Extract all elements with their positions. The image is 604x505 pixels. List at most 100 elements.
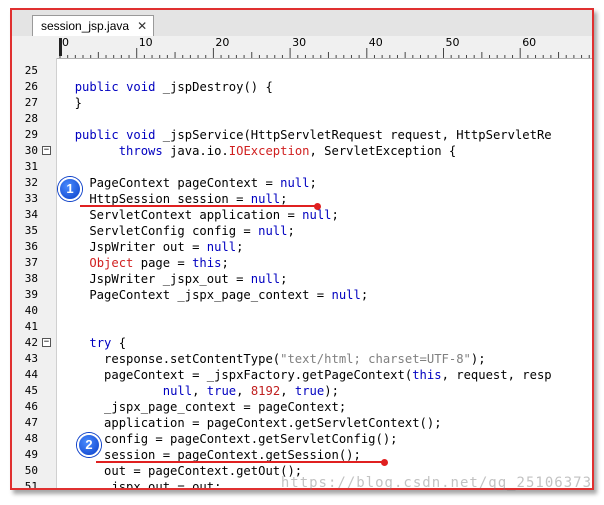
code-token: JspWriter _jspx_out = (60, 272, 251, 286)
annotation-underline (96, 461, 384, 463)
line-number: 37 (24, 256, 38, 269)
code-line[interactable]: 41 (12, 319, 592, 335)
code-line[interactable]: 28 (12, 111, 592, 127)
line-number: 46 (24, 400, 38, 413)
code-line[interactable]: 27 } (12, 95, 592, 111)
code-token: IOException (228, 144, 310, 158)
code-token: null (302, 208, 332, 222)
code-line[interactable]: 37 Object page = this; (12, 255, 592, 271)
ruler-label: 40 (369, 36, 383, 49)
code-line[interactable]: 25 (12, 63, 592, 79)
code-token: page = (133, 256, 193, 270)
code-token: null (331, 288, 361, 302)
code-text: public void _jspDestroy() { (60, 79, 273, 95)
code-token: ; (280, 192, 288, 206)
tab-session-jsp-java[interactable]: session_jsp.java ✕ (32, 15, 155, 36)
code-text: pageContext = _jspxFactory.getPageContex… (60, 367, 552, 383)
line-number: 41 (24, 320, 38, 333)
code-line[interactable]: 44 pageContext = _jspxFactory.getPageCon… (12, 367, 592, 383)
code-line[interactable]: 34 ServletContext application = null; (12, 207, 592, 223)
code-text: try { (60, 335, 126, 351)
code-text: _jspx_page_context = pageContext; (60, 399, 346, 415)
code-text: ServletConfig config = null; (60, 223, 295, 239)
line-number: 50 (24, 464, 38, 477)
ruler-label: 0 (62, 36, 69, 49)
code-token: throws (118, 144, 163, 158)
code-token: pageContext = _jspxFactory.getPageContex… (60, 368, 413, 382)
code-text: Object page = this; (60, 255, 229, 271)
code-line[interactable]: 38 JspWriter _jspx_out = null; (12, 271, 592, 287)
code-token: } (60, 96, 83, 110)
line-number: 36 (24, 240, 38, 253)
code-token: , (280, 384, 295, 398)
code-token: null (206, 240, 237, 254)
tab-bar: session_jsp.java ✕ (12, 10, 592, 37)
code-token: ; (221, 256, 229, 270)
code-line[interactable]: 32 PageContext pageContext = null; (12, 175, 592, 191)
code-token: true (206, 384, 237, 398)
code-line[interactable]: 40 (12, 303, 592, 319)
code-line[interactable]: 47 application = pageContext.getServletC… (12, 415, 592, 431)
line-number: 25 (24, 64, 38, 77)
close-icon[interactable]: ✕ (137, 19, 147, 33)
code-line[interactable]: 43 response.setContentType("text/html; c… (12, 351, 592, 367)
line-number: 30 (24, 144, 38, 157)
code-token: _jspx_page_context = pageContext; (60, 400, 347, 414)
code-token: Object (89, 256, 134, 270)
code-text: } (60, 95, 82, 111)
code-text: throws java.io.IOException, ServletExcep… (60, 143, 457, 159)
code-token: ; (287, 224, 295, 238)
code-line[interactable]: 42− try { (12, 335, 592, 351)
code-token: void (126, 80, 156, 94)
code-line[interactable]: 30− throws java.io.IOException, ServletE… (12, 143, 592, 159)
code-token: public (74, 128, 119, 142)
code-token: , (236, 384, 251, 398)
code-token: application = pageContext.getServletCont… (60, 416, 442, 430)
code-line[interactable]: 31 (12, 159, 592, 175)
line-number: 45 (24, 384, 38, 397)
code-token: JspWriter out = (60, 240, 207, 254)
code-token: this (412, 368, 442, 382)
code-line[interactable]: 29 public void _jspService(HttpServletRe… (12, 127, 592, 143)
code-text: out = pageContext.getOut(); (60, 463, 302, 479)
code-text: public void _jspService(HttpServletReque… (60, 127, 552, 143)
fold-toggle-icon[interactable]: − (42, 338, 51, 347)
code-line[interactable]: 39 PageContext _jspx_page_context = null… (12, 287, 592, 303)
code-line[interactable]: 45 null, true, 8192, true); (12, 383, 592, 399)
code-token: out = pageContext.getOut(); (60, 464, 303, 478)
code-token: ; (331, 208, 339, 222)
code-token: { (111, 336, 127, 350)
annotation-endpoint (381, 459, 388, 466)
line-number: 33 (24, 192, 38, 205)
line-number: 42 (24, 336, 38, 349)
annotation-badge: 2 (77, 433, 101, 457)
line-number: 29 (24, 128, 38, 141)
code-line[interactable]: 36 JspWriter out = null; (12, 239, 592, 255)
code-line[interactable]: 35 ServletConfig config = null; (12, 223, 592, 239)
line-number: 34 (24, 208, 38, 221)
annotation-endpoint (314, 203, 321, 210)
ruler-label: 60 (522, 36, 536, 49)
code-token: _jspService(HttpServletRequest request, … (155, 128, 552, 142)
line-number: 43 (24, 352, 38, 365)
code-token: ; (236, 240, 244, 254)
code-text: JspWriter out = null; (60, 239, 243, 255)
watermark: https://blog.csdn.net/qq_25106373 (280, 475, 592, 491)
code-line[interactable]: 46 _jspx_page_context = pageContext; (12, 399, 592, 415)
code-line[interactable]: 26 public void _jspDestroy() { (12, 79, 592, 95)
ruler-cursor-marker (59, 38, 62, 56)
line-number: 38 (24, 272, 38, 285)
code-token: ); (470, 352, 486, 366)
code-token: config = pageContext.getServletConfig(); (60, 432, 398, 446)
code-token: null (258, 224, 288, 238)
column-ruler: 0 10 20 30 40 50 60 (12, 36, 592, 59)
code-text: config = pageContext.getServletConfig(); (60, 431, 398, 447)
fold-toggle-icon[interactable]: − (42, 146, 51, 155)
code-token: response.setContentType( (60, 352, 281, 366)
code-token: ; (280, 272, 288, 286)
code-text: ServletContext application = null; (60, 207, 339, 223)
